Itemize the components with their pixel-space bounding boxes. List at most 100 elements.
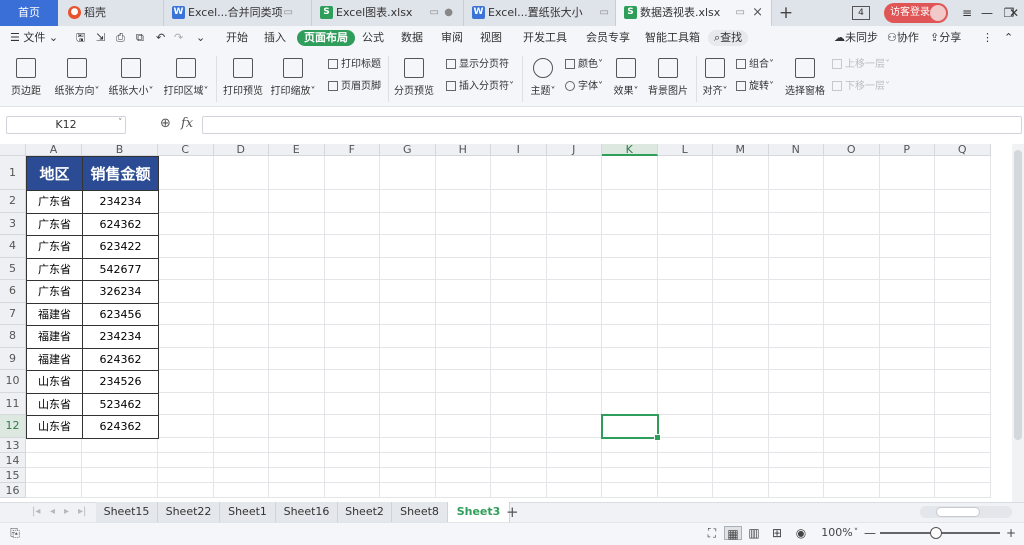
cell[interactable] [879,467,935,483]
visitor-login-button[interactable]: 访客登录 [884,3,948,23]
cell[interactable] [380,280,436,303]
new-tab-button[interactable]: + [776,0,796,26]
cell[interactable] [380,156,436,190]
cell[interactable] [657,190,713,213]
cell[interactable] [824,370,880,393]
cell[interactable] [713,347,769,370]
cell[interactable] [158,452,214,468]
row-header[interactable]: 9 [0,347,26,370]
cell[interactable] [324,235,380,258]
cell[interactable] [879,190,935,213]
cell[interactable] [657,482,713,498]
cell[interactable] [158,280,214,303]
cell[interactable] [158,467,214,483]
cell[interactable] [657,467,713,483]
cell[interactable] [435,325,491,348]
column-header[interactable]: N [768,144,824,156]
cell[interactable] [879,452,935,468]
column-header[interactable]: O [824,144,880,156]
cell[interactable] [935,156,991,190]
cell[interactable] [324,302,380,325]
cell[interactable] [824,467,880,483]
table-cell-region[interactable]: 福建省 [26,347,83,371]
cell[interactable] [491,370,547,393]
cell[interactable] [380,257,436,280]
cell[interactable] [435,392,491,415]
window-count-badge[interactable]: 4 [852,6,870,20]
cell[interactable] [768,280,824,303]
cell[interactable] [657,257,713,280]
background-image-button[interactable]: 背景图片 [646,56,690,97]
chevron-down-icon[interactable]: ˅ [118,118,123,128]
cell[interactable] [824,415,880,438]
paper-size-button[interactable]: 纸张大小˅ [106,56,156,97]
cell[interactable] [935,190,991,213]
cell[interactable] [713,452,769,468]
cell[interactable] [768,392,824,415]
customize-icon[interactable]: ⌄ [196,26,205,50]
cell[interactable] [713,156,769,190]
cell[interactable] [713,280,769,303]
cell[interactable] [935,302,991,325]
cell[interactable] [935,347,991,370]
search-button[interactable]: ⌕查找 [708,30,749,46]
cell[interactable] [491,280,547,303]
tab-doc-merge[interactable]: W Excel...合并同类项 ▭ [164,0,312,26]
bring-forward-button[interactable]: 上移一层˅ [832,58,890,72]
column-header[interactable]: C [158,144,214,156]
cell[interactable] [491,467,547,483]
tab-home[interactable]: 首页 [0,0,58,26]
cell[interactable] [546,156,602,190]
cell[interactable] [824,452,880,468]
zoom-dropdown-icon[interactable]: ˅ [852,526,860,540]
cell[interactable] [657,437,713,453]
cell[interactable] [435,347,491,370]
table-cell-sales[interactable]: 523462 [82,392,159,416]
cell[interactable] [602,452,658,468]
print-area-button[interactable]: 打印区域˅ [160,56,212,97]
menu-data[interactable]: 数据 [401,26,423,50]
cell[interactable] [879,280,935,303]
column-header[interactable]: D [213,144,269,156]
cell[interactable] [380,392,436,415]
table-cell-region[interactable]: 山东省 [26,370,83,394]
cell[interactable] [768,452,824,468]
page-break-view-icon[interactable]: ⊞ [766,526,788,540]
page-break-preview-button[interactable]: 分页预览 [392,56,436,97]
pin-icon[interactable]: ▭ [736,0,745,26]
effects-button[interactable]: 效果˅ [610,56,642,97]
cell[interactable] [768,302,824,325]
cell[interactable] [879,370,935,393]
cell[interactable] [768,437,824,453]
cell[interactable] [546,302,602,325]
table-cell-region[interactable]: 福建省 [26,302,83,326]
table-cell-region[interactable]: 广东省 [26,235,83,259]
cell[interactable] [158,235,214,258]
share-button[interactable]: ⇪分享 [930,26,961,50]
cell[interactable] [824,235,880,258]
cell[interactable] [435,302,491,325]
cell[interactable] [269,482,325,498]
cell[interactable] [824,325,880,348]
print-preview-icon[interactable]: ⧉ [136,26,144,50]
cell[interactable] [213,257,269,280]
cell[interactable] [82,452,158,468]
cell[interactable] [657,415,713,438]
cell[interactable] [435,212,491,235]
sheet-tab[interactable]: Sheet16 [276,502,338,522]
cell[interactable] [657,452,713,468]
cell[interactable] [657,235,713,258]
print-icon[interactable]: ⎙ [116,26,125,50]
cell[interactable] [657,212,713,235]
cell[interactable] [213,415,269,438]
row-header[interactable]: 10 [0,370,26,393]
formula-input[interactable] [202,116,1022,134]
cell[interactable] [935,415,991,438]
cell[interactable] [491,392,547,415]
cell[interactable] [435,452,491,468]
cell[interactable] [435,437,491,453]
next-sheet-icon[interactable]: ▸ [64,502,69,522]
fx-icon[interactable]: fx [181,116,193,131]
tab-doc-paper-size[interactable]: W Excel...置纸张大小 ▭ [464,0,616,26]
cell[interactable] [269,437,325,453]
